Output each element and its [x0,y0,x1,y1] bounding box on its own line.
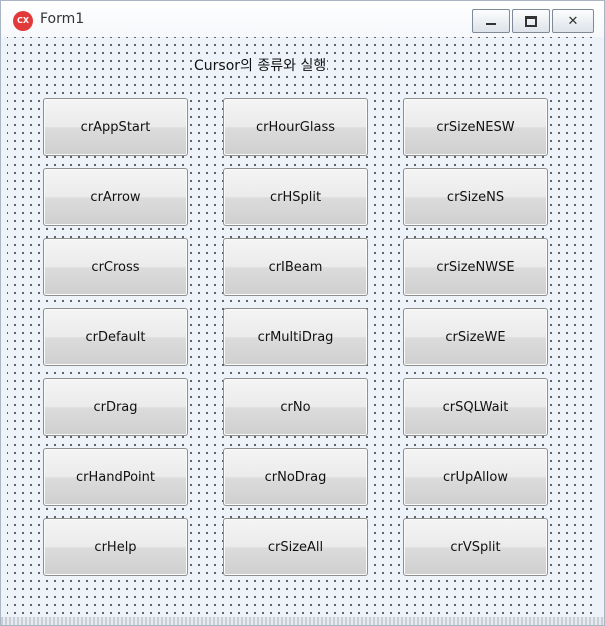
minimize-icon [486,23,496,25]
cr-default-button[interactable]: crDefault [43,308,188,366]
cr-size-we-button[interactable]: crSizeWE [403,308,548,366]
cr-vsplit-button[interactable]: crVSplit [403,518,548,576]
close-icon: ✕ [567,13,579,29]
cr-no-drag-button[interactable]: crNoDrag [223,448,368,506]
cr-hour-glass-button[interactable]: crHourGlass [223,98,368,156]
title-bar[interactable]: CX Form1 ✕ [1,1,604,37]
window-controls: ✕ [472,9,594,33]
cr-app-start-button[interactable]: crAppStart [43,98,188,156]
app-logo-icon[interactable]: CX [13,11,33,31]
cr-drag-button[interactable]: crDrag [43,378,188,436]
cr-size-all-button[interactable]: crSizeAll [223,518,368,576]
maximize-icon [525,15,537,27]
maximize-button[interactable] [512,9,550,33]
cr-hand-point-button[interactable]: crHandPoint [43,448,188,506]
cr-cross-button[interactable]: crCross [43,238,188,296]
cr-ibeam-button[interactable]: crIBeam [223,238,368,296]
cursor-caption-label: Cursor의 종류와 실행 [193,55,328,75]
form-client-area: Cursor의 종류와 실행 crAppStart crHourGlass cr… [7,37,597,615]
form1-window: CX Form1 ✕ Cursor의 종류와 실행 crAppStart crH… [0,0,605,626]
minimize-button[interactable] [472,9,510,33]
cr-size-nwse-button[interactable]: crSizeNWSE [403,238,548,296]
window-title: Form1 [40,11,85,27]
cr-hsplit-button[interactable]: crHSplit [223,168,368,226]
cr-sql-wait-button[interactable]: crSQLWait [403,378,548,436]
cr-size-nesw-button[interactable]: crSizeNESW [403,98,548,156]
window-bottom-edge [1,617,604,625]
close-button[interactable]: ✕ [552,9,594,33]
cr-size-ns-button[interactable]: crSizeNS [403,168,548,226]
cr-up-allow-button[interactable]: crUpAllow [403,448,548,506]
cr-help-button[interactable]: crHelp [43,518,188,576]
cr-no-button[interactable]: crNo [223,378,368,436]
cr-multi-drag-button[interactable]: crMultiDrag [223,308,368,366]
cr-arrow-button[interactable]: crArrow [43,168,188,226]
